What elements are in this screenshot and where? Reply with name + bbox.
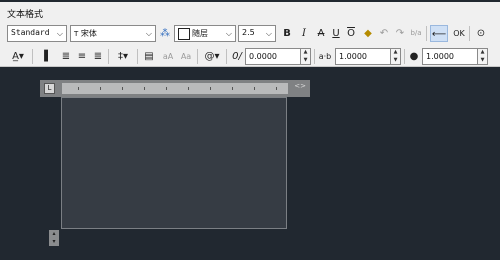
- font-dropdown[interactable]: T 宋体 ⌵: [70, 25, 156, 42]
- truetype-icon: T: [74, 30, 79, 38]
- chevron-down-icon: ⌵: [225, 29, 232, 38]
- ruler-bar[interactable]: [62, 83, 288, 94]
- ruler-tick: [100, 87, 101, 90]
- ruler-tick: [166, 87, 167, 90]
- options-icon[interactable]: ⊙: [473, 25, 489, 42]
- underline-button[interactable]: U: [328, 25, 344, 42]
- separator: [137, 49, 138, 64]
- color-swatch: [178, 28, 190, 40]
- separator: [108, 49, 109, 64]
- ruler-toggle-button[interactable]: ⟵: [430, 25, 448, 42]
- chevron-down-icon: ⌵: [265, 29, 272, 38]
- ruler-tick: [122, 87, 123, 90]
- color-value: 随层: [192, 29, 208, 38]
- redo-button[interactable]: ↷: [392, 25, 408, 42]
- ok-button[interactable]: OK: [451, 25, 467, 42]
- symbol-label: @: [204, 51, 215, 62]
- separator: [226, 49, 227, 64]
- strikethrough-button[interactable]: A: [313, 25, 329, 42]
- symbol-button[interactable]: @▾: [201, 48, 223, 65]
- text-edit-area[interactable]: [61, 97, 287, 229]
- width-factor-icon: ●: [409, 51, 419, 62]
- separator: [314, 49, 315, 64]
- align-left-icon[interactable]: ≣: [58, 48, 74, 65]
- toolbar-row-1: Standard ⌵ T 宋体 ⌵ ⁂ 随层 ⌵ 2.5 ⌵ B I A U O…: [0, 22, 500, 44]
- separator: [197, 49, 198, 64]
- text-format-toolbar: 文本格式 Standard ⌵ T 宋体 ⌵ ⁂ 随层 ⌵ 2.5 ⌵ B I …: [0, 2, 500, 67]
- toolbar-row-2: A̲▾ ▐ ≣ ≡ ≣ ‡▾ ▤ aA Aa @▾ 0/ 0.0000 ▲ ▼ a…: [0, 45, 500, 67]
- align-center-icon[interactable]: ≡: [74, 48, 90, 65]
- text-height-dropdown[interactable]: 2.5 ⌵: [238, 25, 276, 42]
- height-resize-handle[interactable]: ▴ ▾: [49, 230, 59, 246]
- ruler-tick: [78, 87, 79, 90]
- spinner-arrows-icon[interactable]: ▲ ▼: [478, 48, 488, 65]
- uppercase-icon[interactable]: aA: [160, 48, 176, 65]
- font-value: T 宋体: [74, 28, 97, 39]
- window-title: 文本格式: [7, 10, 44, 20]
- tracking-icon: a·b: [318, 52, 332, 61]
- spinner-arrows-icon[interactable]: ▲ ▼: [391, 48, 401, 65]
- font-name: 宋体: [80, 29, 97, 38]
- style-value: Standard: [11, 28, 50, 37]
- separator: [469, 26, 470, 41]
- oblique-angle-icon: 0/: [232, 51, 242, 62]
- oblique-angle-input[interactable]: 0.0000 ▲ ▼: [245, 48, 311, 65]
- style-dropdown[interactable]: Standard ⌵: [7, 25, 67, 42]
- spinner-arrows-icon[interactable]: ▲ ▼: [301, 48, 311, 65]
- insert-field-icon[interactable]: A̲▾: [7, 48, 29, 65]
- color-dropdown[interactable]: 随层 ⌵: [174, 25, 236, 42]
- stack-button[interactable]: b/a: [408, 25, 424, 42]
- width-factor-value[interactable]: 1.0000: [422, 48, 478, 65]
- chevron-down-icon: ⌵: [145, 29, 152, 38]
- ruler-tick: [188, 87, 189, 90]
- ruler-tick: [232, 87, 233, 90]
- ruler-tick: [276, 87, 277, 90]
- undo-button[interactable]: ↶: [376, 25, 392, 42]
- tab-type-toggle[interactable]: L: [44, 83, 55, 94]
- ruler[interactable]: L <>: [40, 80, 310, 97]
- ruler-tick: [144, 87, 145, 90]
- height-value: 2.5: [242, 28, 255, 37]
- tracking-value[interactable]: 1.0000: [335, 48, 391, 65]
- italic-button[interactable]: I: [296, 25, 312, 42]
- line-spacing-icon[interactable]: ‡▾: [112, 48, 134, 65]
- ruler-resize-arrows[interactable]: <>: [294, 82, 306, 90]
- separator: [426, 26, 427, 41]
- oblique-angle-value[interactable]: 0.0000: [245, 48, 301, 65]
- tracking-input[interactable]: 1.0000 ▲ ▼: [335, 48, 401, 65]
- columns-icon[interactable]: ▐: [36, 48, 52, 65]
- separator: [32, 49, 33, 64]
- width-factor-input[interactable]: 1.0000 ▲ ▼: [422, 48, 488, 65]
- align-right-icon[interactable]: ≣: [90, 48, 106, 65]
- chevron-down-icon: ⌵: [56, 29, 63, 38]
- separator: [404, 49, 405, 64]
- ruler-tick: [210, 87, 211, 90]
- ruler-tick: [254, 87, 255, 90]
- overline-button[interactable]: O: [343, 25, 359, 42]
- bold-button[interactable]: B: [279, 25, 295, 42]
- annotative-icon[interactable]: ⁂: [157, 25, 173, 42]
- lowercase-icon[interactable]: Aa: [178, 48, 194, 65]
- paragraph-icon[interactable]: ▤: [141, 48, 157, 65]
- paint-bucket-icon[interactable]: ◆: [360, 25, 376, 42]
